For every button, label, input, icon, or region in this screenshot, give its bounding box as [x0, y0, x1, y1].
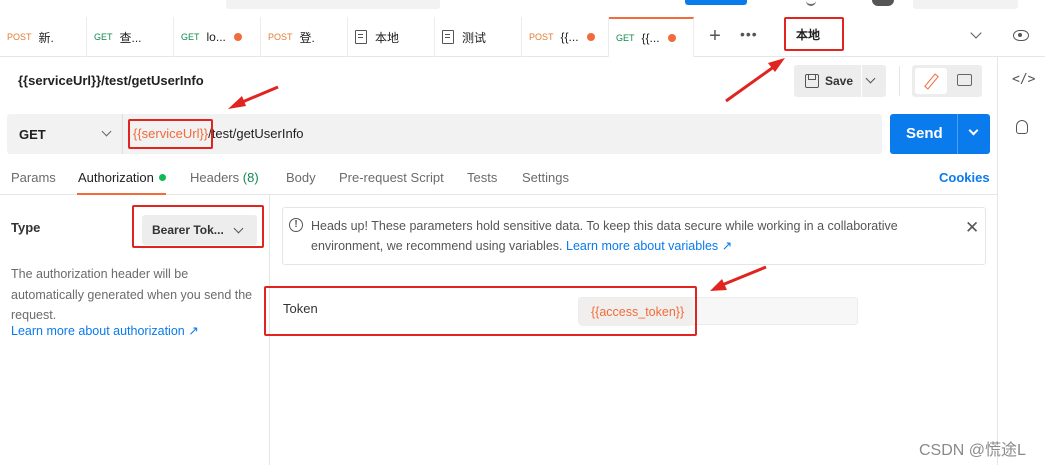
- chevron-down-icon: [101, 126, 112, 137]
- highlight-box-url-variable: [128, 119, 213, 149]
- type-label: Type: [11, 220, 41, 235]
- send-label: Send: [906, 125, 943, 142]
- learn-more-variables-link[interactable]: Learn more about variables ↗: [566, 239, 732, 253]
- save-label: Save: [825, 74, 854, 88]
- upgrade-button[interactable]: [685, 0, 747, 5]
- document-icon: [355, 30, 367, 44]
- tab-title: 本地: [375, 30, 400, 45]
- right-sidebar: </>: [997, 57, 1045, 465]
- document-icon: [442, 30, 454, 44]
- pencil-icon[interactable]: [915, 68, 947, 94]
- avatar[interactable]: [872, 0, 894, 6]
- tab-authorization-label: Authorization: [78, 170, 154, 185]
- info-icon: !: [289, 218, 303, 232]
- comment-icon[interactable]: [957, 74, 972, 86]
- chevron-down-icon[interactable]: [970, 27, 982, 39]
- chevron-down-icon[interactable]: [865, 73, 876, 84]
- method-badge: GET: [94, 32, 113, 42]
- tab-title: lo...: [206, 30, 226, 44]
- auth-description: The authorization header will be automat…: [11, 267, 253, 322]
- arrow-to-url-variable: [239, 85, 279, 105]
- view-mode-toggle[interactable]: [912, 65, 982, 97]
- tab-headers[interactable]: Headers (8): [190, 170, 259, 185]
- close-icon[interactable]: ✕: [965, 219, 979, 236]
- more-tabs-icon[interactable]: •••: [740, 26, 758, 42]
- arrowhead: [710, 279, 727, 291]
- request-tab[interactable]: GET 查...: [87, 17, 174, 57]
- method-badge: GET: [616, 33, 635, 43]
- search-bar[interactable]: [226, 0, 440, 9]
- tab-title: 登.: [299, 30, 315, 45]
- request-title[interactable]: {{serviceUrl}}/test/getUserInfo: [18, 73, 204, 88]
- settings-icon[interactable]: [806, 0, 816, 6]
- tab-tests[interactable]: Tests: [467, 170, 497, 185]
- unsaved-dot-icon: [586, 33, 595, 41]
- eye-icon[interactable]: [1013, 30, 1029, 41]
- arrowhead: [768, 58, 785, 72]
- chevron-down-icon[interactable]: [968, 125, 979, 136]
- highlight-box-token: [264, 286, 697, 336]
- tab-headers-label: Headers: [190, 170, 240, 185]
- request-tab-bar: POST 新. GET 查... GET lo... POST 登. 本地 测试…: [0, 17, 1045, 57]
- cookies-link[interactable]: Cookies: [939, 170, 990, 185]
- request-tab[interactable]: POST {{...: [522, 17, 609, 57]
- request-tab[interactable]: GET lo...: [174, 17, 261, 57]
- method-badge: POST: [268, 32, 293, 42]
- new-tab-plus-icon[interactable]: +: [706, 25, 724, 48]
- request-tab[interactable]: POST 新.: [0, 17, 87, 57]
- method-badge: POST: [7, 32, 32, 42]
- headers-count: (8): [242, 170, 259, 185]
- environment-selector[interactable]: 本地: [784, 17, 844, 51]
- tab-body[interactable]: Body: [286, 170, 316, 185]
- request-tab[interactable]: 测试: [435, 17, 522, 57]
- watermark: CSDN @慌途L: [919, 442, 1026, 459]
- save-icon: [805, 74, 819, 88]
- url-path: /test/getUserInfo: [208, 126, 304, 141]
- method-badge: GET: [181, 32, 200, 42]
- send-button[interactable]: Send: [890, 114, 990, 154]
- request-tab[interactable]: POST 登.: [261, 17, 348, 57]
- code-icon[interactable]: </>: [1012, 72, 1035, 87]
- request-tab[interactable]: 本地: [348, 17, 435, 57]
- tab-settings[interactable]: Settings: [522, 170, 569, 185]
- active-dot-icon: [158, 174, 166, 181]
- sensitive-data-warning: ! Heads up! These parameters hold sensit…: [282, 207, 986, 265]
- lightbulb-icon[interactable]: [1016, 120, 1028, 134]
- method-value: GET: [19, 126, 46, 142]
- highlight-box-auth-type: [132, 205, 264, 248]
- tab-authorization[interactable]: Authorization: [78, 170, 166, 185]
- tab-pre-request-script[interactable]: Pre-request Script: [339, 170, 444, 185]
- tab-title: 新.: [38, 30, 54, 45]
- unsaved-dot-icon: [233, 33, 242, 41]
- tab-title: {{...: [641, 31, 660, 45]
- unsaved-dot-icon: [667, 34, 676, 42]
- learn-more-authorization-link[interactable]: Learn more about authorization ↗: [11, 323, 199, 338]
- method-select[interactable]: GET: [7, 114, 123, 154]
- tab-title: 测试: [462, 30, 487, 45]
- divider: [899, 66, 900, 96]
- save-button[interactable]: Save: [794, 65, 886, 97]
- workspace-selector[interactable]: [913, 0, 1018, 9]
- tab-title: {{...: [560, 30, 579, 44]
- arrow-to-token: [721, 265, 767, 287]
- arrow-to-environment: [725, 64, 776, 103]
- tab-title: 查...: [119, 30, 142, 45]
- warning-message: Heads up! These parameters hold sensitiv…: [311, 216, 951, 256]
- request-tab-active[interactable]: GET {{...: [609, 17, 694, 57]
- arrowhead: [228, 96, 246, 109]
- method-badge: POST: [529, 32, 554, 42]
- tab-params[interactable]: Params: [11, 170, 56, 185]
- request-config-tabs: Params Authorization Headers (8) Body Pr…: [0, 162, 997, 195]
- top-header-partial: [0, 0, 1045, 17]
